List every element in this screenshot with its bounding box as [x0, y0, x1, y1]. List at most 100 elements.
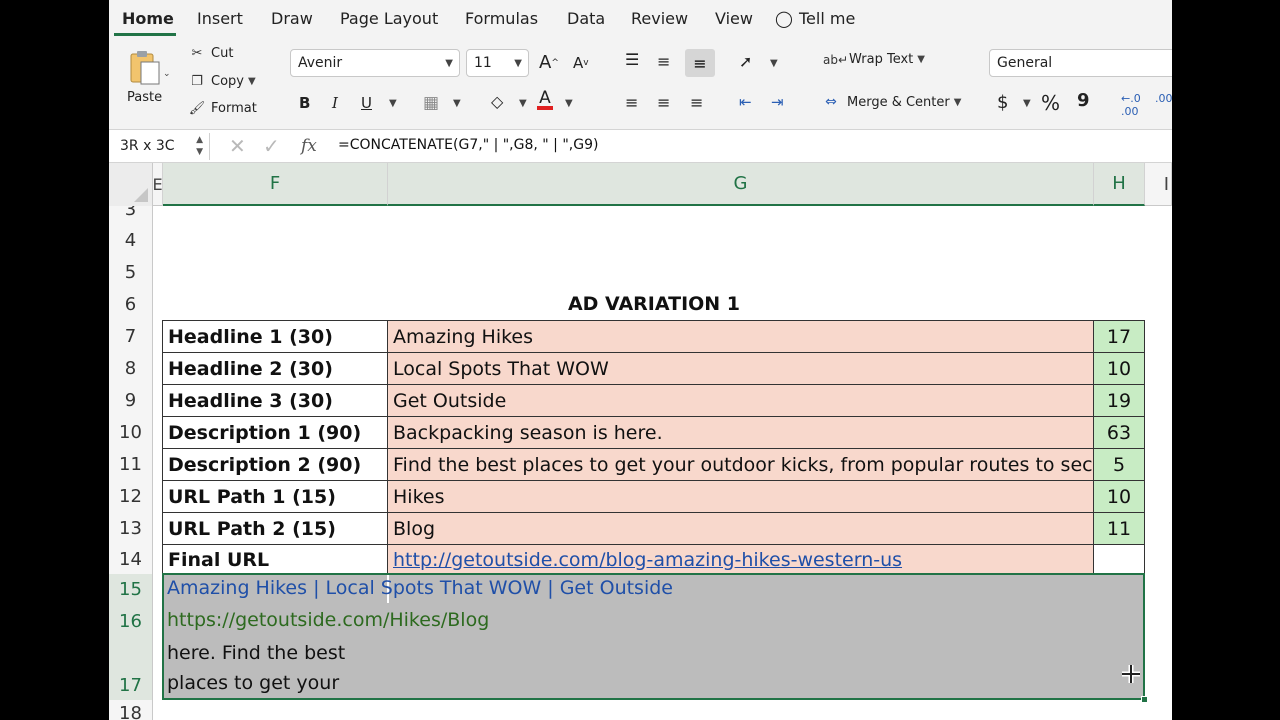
label-cell-url-path-1[interactable]: URL Path 1 (15)	[162, 480, 388, 513]
column-header-i[interactable]: I	[1145, 163, 1172, 206]
count-cell-url-path-2[interactable]: 11	[1093, 512, 1145, 545]
value-cell-headline-3[interactable]: Get Outside	[387, 384, 1094, 417]
row-header-16[interactable]: 16	[109, 605, 153, 637]
name-box[interactable]: 3R x 3C ▲ ▼	[109, 133, 210, 160]
chevron-down-icon[interactable]: ▼	[248, 76, 256, 87]
tell-me-search[interactable]: Tell me	[799, 9, 855, 28]
orientation-icon[interactable]: ➚	[739, 52, 752, 71]
value-cell-url-path-1[interactable]: Hikes	[387, 480, 1094, 513]
align-top-icon[interactable]: ☰	[625, 50, 639, 69]
row-header-10[interactable]: 10	[109, 416, 153, 448]
count-cell-headline-3[interactable]: 19	[1093, 384, 1145, 417]
increase-font-size-icon[interactable]: A ^	[539, 52, 559, 73]
chevron-down-icon[interactable]: ▼	[565, 98, 573, 109]
format-painter-button[interactable]: 🖌 Format	[187, 101, 257, 116]
bold-icon[interactable]: B	[299, 94, 310, 112]
fill-handle[interactable]	[1141, 696, 1148, 703]
align-center-icon[interactable]: ≡	[657, 93, 670, 112]
name-box-spinner[interactable]: ▲ ▼	[196, 134, 203, 158]
increase-decimal-icon[interactable]: ←.0.00	[1121, 92, 1141, 118]
fill-color-icon[interactable]: ◇	[491, 92, 503, 111]
tab-home[interactable]: Home	[122, 9, 174, 28]
align-left-icon[interactable]: ≡	[625, 93, 638, 112]
cancel-icon[interactable]: ✕	[229, 134, 246, 158]
chevron-down-icon[interactable]: ▼	[519, 98, 527, 109]
underline-icon[interactable]: U	[361, 94, 372, 112]
preview-headline[interactable]: Amazing Hikes | Local Spots That WOW | G…	[167, 577, 673, 599]
align-right-icon[interactable]: ≡	[690, 93, 703, 112]
copy-button[interactable]: ❐ Copy ▼	[187, 74, 256, 89]
tab-review[interactable]: Review	[631, 9, 688, 28]
row-header-13[interactable]: 13	[109, 512, 153, 544]
number-format-select[interactable]: General	[989, 49, 1172, 77]
column-header-g[interactable]: G	[388, 163, 1094, 206]
increase-indent-icon[interactable]: ⇥	[771, 93, 784, 111]
count-cell-url-path-1[interactable]: 10	[1093, 480, 1145, 513]
row-header-5[interactable]: 5	[109, 256, 153, 288]
label-cell-description-1[interactable]: Description 1 (90)	[162, 416, 388, 449]
chevron-down-icon[interactable]: ▼	[389, 98, 397, 109]
tab-page-layout[interactable]: Page Layout	[340, 9, 438, 28]
preview-display-url[interactable]: https://getoutside.com/Hikes/Blog	[167, 609, 489, 631]
decrease-decimal-icon[interactable]: .00	[1155, 92, 1172, 105]
select-all-button[interactable]	[109, 163, 153, 206]
cut-button[interactable]: ✂ Cut	[187, 46, 234, 61]
count-cell-final-url[interactable]	[1093, 544, 1145, 575]
row-header-3[interactable]: 3	[109, 206, 153, 224]
row-header-6[interactable]: 6	[109, 288, 153, 320]
borders-icon[interactable]: ▦	[423, 93, 439, 113]
label-cell-url-path-2[interactable]: URL Path 2 (15)	[162, 512, 388, 545]
value-cell-description-1[interactable]: Backpacking season is here.	[387, 416, 1094, 449]
italic-icon[interactable]: I	[332, 94, 338, 112]
preview-description-line-2[interactable]: places to get your	[167, 672, 339, 694]
tab-view[interactable]: View	[715, 9, 753, 28]
font-size-select[interactable]: 11 ▼	[466, 49, 529, 77]
row-header-8[interactable]: 8	[109, 352, 153, 384]
label-cell-headline-2[interactable]: Headline 2 (30)	[162, 352, 388, 385]
merge-center-button[interactable]: ⇔ Merge & Center ▼	[821, 94, 961, 110]
row-header-9[interactable]: 9	[109, 384, 153, 416]
count-cell-description-1[interactable]: 63	[1093, 416, 1145, 449]
formula-input[interactable]: =CONCATENATE(G7," | ",G8, " | ",G9)	[338, 137, 598, 153]
insert-function-icon[interactable]: fx	[301, 136, 317, 156]
font-name-select[interactable]: Avenir ▼	[290, 49, 460, 77]
comma-style-icon[interactable]: 9	[1077, 90, 1090, 111]
decrease-indent-icon[interactable]: ⇤	[739, 93, 752, 111]
enter-check-icon[interactable]: ✓	[263, 134, 280, 158]
chevron-down-icon[interactable]: ▼	[453, 98, 461, 109]
count-cell-headline-1[interactable]: 17	[1093, 320, 1145, 353]
row-header-11[interactable]: 11	[109, 448, 153, 480]
count-cell-headline-2[interactable]: 10	[1093, 352, 1145, 385]
row-header-18[interactable]: 18	[109, 700, 153, 720]
row-header-15[interactable]: 15	[109, 574, 153, 605]
preview-description-line-1[interactable]: here. Find the best	[167, 642, 345, 664]
column-header-h[interactable]: H	[1094, 163, 1145, 206]
percent-icon[interactable]: %	[1041, 91, 1060, 115]
final-url-link[interactable]: http://getoutside.com/blog-amazing-hikes…	[393, 549, 902, 571]
column-header-e[interactable]: E	[152, 163, 163, 206]
font-color-icon[interactable]: A	[537, 90, 553, 110]
tab-formulas[interactable]: Formulas	[465, 9, 538, 28]
row-header-17[interactable]: 17	[109, 637, 153, 700]
tab-draw[interactable]: Draw	[271, 9, 313, 28]
label-cell-description-2[interactable]: Description 2 (90)	[162, 448, 388, 481]
row-header-12[interactable]: 12	[109, 480, 153, 512]
count-cell-description-2[interactable]: 5	[1093, 448, 1145, 481]
row-header-4[interactable]: 4	[109, 224, 153, 256]
row-header-7[interactable]: 7	[109, 320, 153, 352]
tab-data[interactable]: Data	[567, 9, 605, 28]
label-cell-final-url[interactable]: Final URL	[162, 544, 388, 575]
row-header-14[interactable]: 14	[109, 544, 153, 574]
align-middle-icon[interactable]: ≡	[657, 52, 670, 71]
wrap-text-button[interactable]: ab↵ Wrap Text ▼	[823, 52, 925, 67]
value-cell-final-url[interactable]: http://getoutside.com/blog-amazing-hikes…	[387, 544, 1094, 575]
paste-button[interactable]: ⌄ Paste	[127, 48, 169, 105]
currency-icon[interactable]: $	[997, 92, 1008, 113]
value-cell-headline-1[interactable]: Amazing Hikes	[387, 320, 1094, 353]
decrease-font-size-icon[interactable]: Av	[573, 54, 589, 72]
value-cell-url-path-2[interactable]: Blog	[387, 512, 1094, 545]
chevron-down-icon[interactable]: ▼	[770, 58, 778, 69]
value-cell-description-2[interactable]: Find the best places to get your outdoor…	[387, 448, 1094, 481]
tab-insert[interactable]: Insert	[197, 9, 243, 28]
value-cell-headline-2[interactable]: Local Spots That WOW	[387, 352, 1094, 385]
